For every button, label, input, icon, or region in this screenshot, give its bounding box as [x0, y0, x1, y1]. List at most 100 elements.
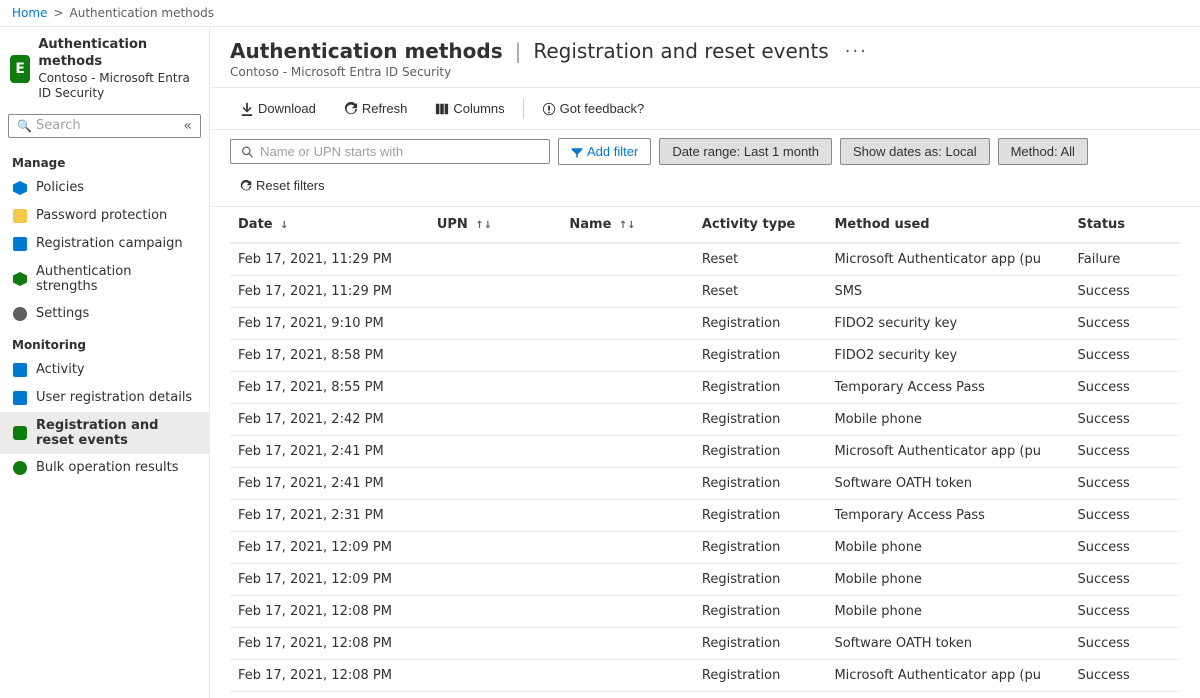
cell-upn — [429, 436, 562, 468]
table-row[interactable]: Feb 17, 2021, 12:08 PM Registration Soft… — [230, 628, 1180, 660]
sidebar-item-label: Activity — [36, 362, 85, 377]
sidebar-item-label: Registration and reset events — [36, 418, 197, 448]
cell-name — [561, 468, 694, 500]
cell-date: Feb 17, 2021, 2:31 PM — [230, 500, 429, 532]
method-filter-button[interactable]: Method: All — [998, 138, 1088, 165]
table-row[interactable]: Feb 17, 2021, 2:41 PM Registration Softw… — [230, 468, 1180, 500]
sidebar-item-label: Registration campaign — [36, 236, 183, 251]
monitoring-section-label: Monitoring — [0, 328, 209, 356]
table-row[interactable]: Feb 17, 2021, 11:29 PM Reset SMS Success — [230, 276, 1180, 308]
table-row[interactable]: Feb 17, 2021, 8:55 PM Registration Tempo… — [230, 372, 1180, 404]
main-content: Authentication methods | Registration an… — [210, 27, 1200, 698]
sidebar-item-activity[interactable]: Activity — [0, 356, 209, 384]
cell-upn — [429, 243, 562, 276]
reset-icon — [240, 180, 252, 192]
cell-activity-type: Registration — [694, 564, 827, 596]
cell-method-used: Mobile phone — [826, 404, 1069, 436]
campaign-icon — [12, 236, 28, 252]
show-dates-button[interactable]: Show dates as: Local — [840, 138, 990, 165]
col-header-date[interactable]: Date ↓ — [230, 207, 429, 243]
cell-status: Success — [1069, 436, 1180, 468]
page-subtitle: Registration and reset events — [533, 39, 828, 63]
sidebar-title: Authentication methods Contoso - Microso… — [38, 37, 199, 102]
table-row[interactable]: Feb 17, 2021, 12:09 PM Registration Mobi… — [230, 532, 1180, 564]
cell-name — [561, 628, 694, 660]
breadcrumb: Home > Authentication methods — [0, 0, 1200, 27]
cell-activity-type: Registration — [694, 660, 827, 692]
columns-button[interactable]: Columns — [425, 96, 514, 121]
table-header-row: Date ↓ UPN ↑↓ Name ↑↓ Activity type Meth… — [230, 207, 1180, 243]
password-icon — [12, 208, 28, 224]
sidebar-item-registration-and-reset-events[interactable]: Registration and reset events — [0, 412, 209, 454]
table-row[interactable]: Feb 17, 2021, 12:08 PM Registration Mobi… — [230, 596, 1180, 628]
sidebar-search-box[interactable]: 🔍 Search « — [8, 114, 201, 138]
collapse-button[interactable]: « — [183, 118, 192, 134]
cell-name — [561, 308, 694, 340]
more-options-button[interactable]: ··· — [845, 41, 868, 62]
cell-name — [561, 596, 694, 628]
cell-date: Feb 17, 2021, 9:10 PM — [230, 308, 429, 340]
cell-activity-type: Registration — [694, 500, 827, 532]
col-header-method-used: Method used — [826, 207, 1069, 243]
table-row[interactable]: Feb 17, 2021, 12:08 PM Registration Micr… — [230, 660, 1180, 692]
col-header-upn[interactable]: UPN ↑↓ — [429, 207, 562, 243]
sidebar-item-label: Policies — [36, 180, 84, 195]
search-input[interactable] — [260, 144, 539, 159]
download-icon — [240, 102, 254, 116]
reset-filters-button[interactable]: Reset filters — [230, 173, 335, 198]
sidebar-item-policies[interactable]: Policies — [0, 174, 209, 202]
sidebar-item-settings[interactable]: Settings — [0, 300, 209, 328]
table-row[interactable]: Feb 17, 2021, 2:31 PM Registration Tempo… — [230, 500, 1180, 532]
cell-status: Success — [1069, 340, 1180, 372]
table-row[interactable]: Feb 17, 2021, 2:41 PM Registration Micro… — [230, 436, 1180, 468]
sidebar-item-authentication-strengths[interactable]: Authentication strengths — [0, 258, 209, 300]
cell-method-used: Temporary Access Pass — [826, 372, 1069, 404]
cell-activity-type: Reset — [694, 243, 827, 276]
cell-activity-type: Registration — [694, 532, 827, 564]
feedback-button[interactable]: Got feedback? — [532, 96, 655, 121]
date-range-button[interactable]: Date range: Last 1 month — [659, 138, 832, 165]
cell-method-used: Microsoft Authenticator app (pu — [826, 436, 1069, 468]
cell-method-used: Software OATH token — [826, 628, 1069, 660]
cell-name — [561, 500, 694, 532]
table-row[interactable]: Feb 17, 2021, 8:58 PM Registration FIDO2… — [230, 340, 1180, 372]
settings-icon — [12, 306, 28, 322]
cell-status: Success — [1069, 500, 1180, 532]
cell-name — [561, 243, 694, 276]
col-header-status: Status — [1069, 207, 1180, 243]
sidebar: E Authentication methods Contoso - Micro… — [0, 27, 210, 698]
cell-date: Feb 17, 2021, 12:08 PM — [230, 596, 429, 628]
filter-bar: Add filter Date range: Last 1 month Show… — [210, 130, 1200, 207]
cell-upn — [429, 628, 562, 660]
cell-activity-type: Registration — [694, 372, 827, 404]
cell-name — [561, 372, 694, 404]
cell-activity-type: Registration — [694, 404, 827, 436]
add-filter-button[interactable]: Add filter — [558, 138, 651, 165]
filter-search-box[interactable] — [230, 139, 550, 164]
cell-date: Feb 17, 2021, 8:55 PM — [230, 372, 429, 404]
sidebar-item-password-protection[interactable]: Password protection — [0, 202, 209, 230]
download-button[interactable]: Download — [230, 96, 326, 121]
page-title: Authentication methods — [230, 39, 503, 63]
col-header-name[interactable]: Name ↑↓ — [561, 207, 694, 243]
filter-search-icon — [241, 145, 254, 159]
cell-status: Success — [1069, 660, 1180, 692]
sidebar-search-area: 🔍 Search « — [0, 110, 209, 146]
sidebar-item-label: Authentication strengths — [36, 264, 197, 294]
breadcrumb-home[interactable]: Home — [12, 6, 47, 20]
sidebar-item-user-registration-details[interactable]: User registration details — [0, 384, 209, 412]
cell-name — [561, 436, 694, 468]
table-row[interactable]: Feb 17, 2021, 12:09 PM Registration Mobi… — [230, 564, 1180, 596]
table-row[interactable]: Feb 17, 2021, 11:29 PM Reset Microsoft A… — [230, 243, 1180, 276]
table-row[interactable]: Feb 17, 2021, 2:42 PM Registration Mobil… — [230, 404, 1180, 436]
table-row[interactable]: Feb 17, 2021, 9:10 PM Registration FIDO2… — [230, 308, 1180, 340]
data-table-container: Date ↓ UPN ↑↓ Name ↑↓ Activity type Meth… — [210, 207, 1200, 698]
table-body: Feb 17, 2021, 11:29 PM Reset Microsoft A… — [230, 243, 1180, 692]
cell-date: Feb 17, 2021, 12:09 PM — [230, 564, 429, 596]
sidebar-item-bulk-operation-results[interactable]: Bulk operation results — [0, 454, 209, 482]
sidebar-item-registration-campaign[interactable]: Registration campaign — [0, 230, 209, 258]
cell-method-used: FIDO2 security key — [826, 308, 1069, 340]
cell-activity-type: Reset — [694, 276, 827, 308]
refresh-button[interactable]: Refresh — [334, 96, 418, 121]
cell-method-used: Microsoft Authenticator app (pu — [826, 243, 1069, 276]
